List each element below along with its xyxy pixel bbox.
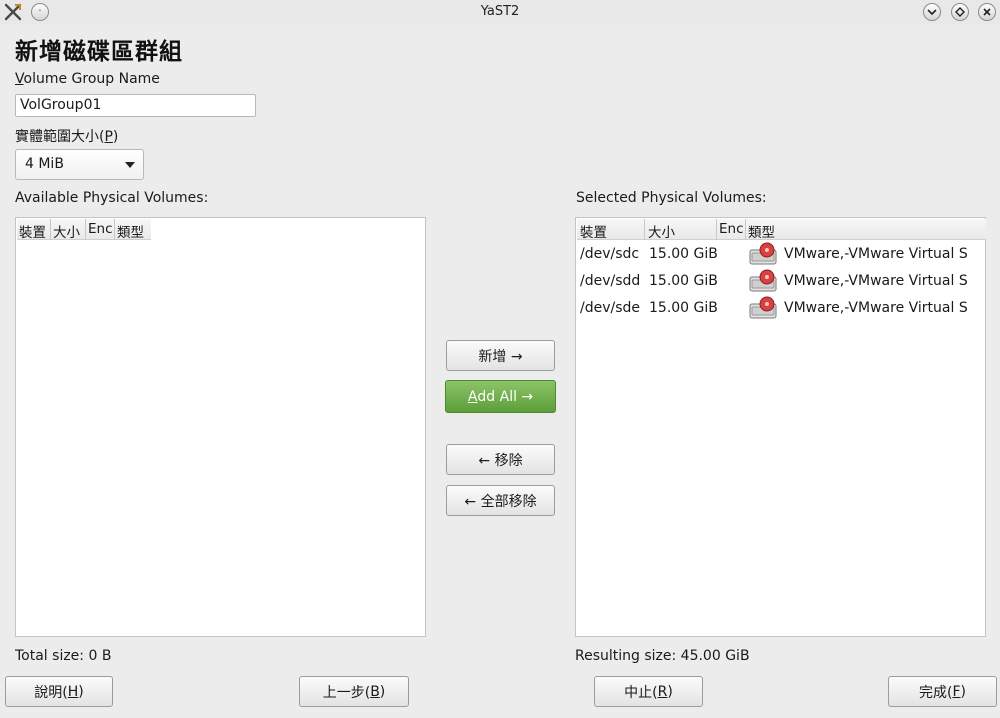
dropdown-arrow-icon: [125, 162, 135, 168]
hard-disk-icon: [749, 269, 777, 292]
vg-name-input[interactable]: VolGroup01: [15, 94, 256, 117]
row-size: 15.00 GiB: [649, 300, 718, 316]
extent-size-label: 實體範圍大小(P): [15, 129, 119, 145]
window-title: YaST2: [480, 4, 520, 19]
selected-pv-table[interactable]: 裝置 大小 Enc 類型 /dev/sdc 15.00 GiB VMware,-…: [575, 217, 986, 637]
available-pv-header: 裝置 大小 Enc 類型: [17, 219, 151, 241]
close-icon: [983, 8, 991, 16]
remove-button[interactable]: ← 移除: [446, 444, 555, 475]
help-button[interactable]: 說明(H): [5, 676, 113, 707]
table-row[interactable]: /dev/sdc 15.00 GiB VMware,-VMware Virtua…: [577, 242, 986, 269]
extent-size-value: 4 MiB: [25, 156, 64, 172]
column-header-type[interactable]: 類型: [115, 219, 151, 241]
column-header-device[interactable]: 裝置: [17, 219, 51, 241]
selected-pv-label: Selected Physical Volumes:: [576, 190, 767, 206]
back-button[interactable]: 上一步(B): [299, 676, 409, 707]
row-size: 15.00 GiB: [649, 246, 718, 262]
close-button[interactable]: [978, 3, 996, 21]
row-device: /dev/sdc: [580, 246, 640, 262]
row-type: VMware,-VMware Virtual S: [784, 273, 968, 289]
minimize-button[interactable]: [923, 3, 941, 21]
diamond-icon: [955, 7, 965, 17]
column-header-size[interactable]: 大小: [645, 219, 717, 241]
available-total-size: Total size: 0 B: [15, 648, 112, 664]
available-pv-table[interactable]: 裝置 大小 Enc 類型: [15, 217, 426, 637]
row-device: /dev/sde: [580, 300, 641, 316]
page-title: 新增磁碟區群組: [15, 39, 183, 65]
table-row[interactable]: /dev/sde 15.00 GiB VMware,-VMware Virtua…: [577, 296, 986, 323]
column-header-device[interactable]: 裝置: [577, 219, 645, 241]
row-type: VMware,-VMware Virtual S: [784, 300, 968, 316]
finish-button[interactable]: 完成(F): [888, 676, 997, 707]
column-header-type[interactable]: 類型: [746, 219, 986, 241]
table-row[interactable]: /dev/sdd 15.00 GiB VMware,-VMware Virtua…: [577, 269, 986, 296]
selected-pv-header: 裝置 大小 Enc 類型: [577, 219, 986, 241]
vg-name-label: Volume Group Name: [15, 71, 160, 87]
hard-disk-icon: [749, 296, 777, 319]
chevron-down-icon: [927, 9, 937, 16]
column-header-enc[interactable]: Enc: [86, 219, 115, 240]
extent-size-select[interactable]: 4 MiB: [15, 149, 144, 180]
add-all-button[interactable]: Add All →: [445, 380, 556, 413]
row-type: VMware,-VMware Virtual S: [784, 246, 968, 262]
resulting-size: Resulting size: 45.00 GiB: [575, 648, 750, 664]
column-header-enc[interactable]: Enc: [717, 219, 746, 240]
add-button[interactable]: 新增 →: [446, 340, 555, 371]
remove-all-button[interactable]: ← 全部移除: [446, 485, 555, 516]
maximize-button[interactable]: [951, 3, 969, 21]
column-header-size[interactable]: 大小: [51, 219, 86, 241]
window-titlebar: · YaST2: [0, 0, 1000, 24]
available-pv-label: Available Physical Volumes:: [15, 190, 209, 206]
abort-button[interactable]: 中止(R): [594, 676, 703, 707]
row-size: 15.00 GiB: [649, 273, 718, 289]
hard-disk-icon: [749, 242, 777, 265]
row-device: /dev/sdd: [580, 273, 641, 289]
